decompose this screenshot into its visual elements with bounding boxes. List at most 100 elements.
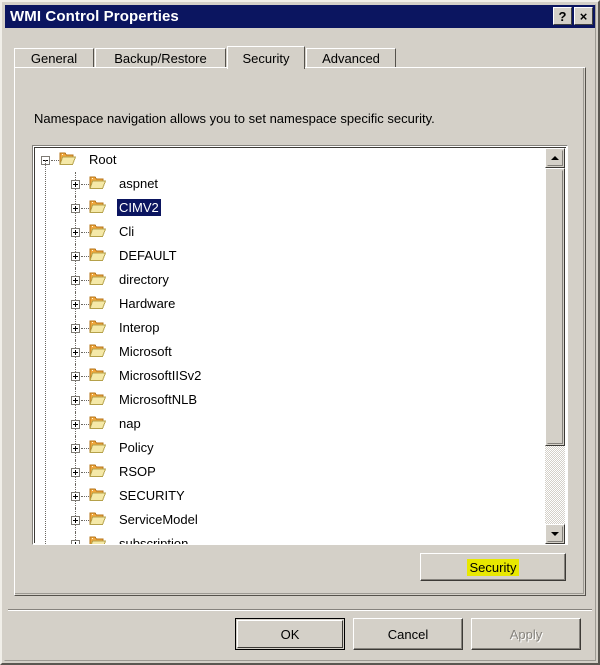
tree-node-label[interactable]: SECURITY (117, 487, 187, 504)
namespace-tree-view[interactable]: Root aspnet CIMV2 Cli DEFAULT directory Hardwa… (32, 145, 568, 545)
folder-icon (89, 415, 107, 431)
tree-connector-line (81, 448, 89, 450)
tree-node-label[interactable]: Hardware (117, 295, 177, 312)
wmi-control-properties-dialog: WMI Control Properties ? × General Backu… (0, 0, 600, 665)
folder-icon (59, 151, 77, 167)
tree-node[interactable]: Root (35, 148, 545, 172)
tree-node[interactable]: directory (35, 268, 545, 292)
folder-icon (89, 319, 107, 335)
tree-expand-plus-icon[interactable] (71, 276, 80, 285)
tree-node-label[interactable]: Cli (117, 223, 136, 240)
title-bar-buttons: ? × (553, 7, 593, 25)
tree-node-label[interactable]: subscription (117, 535, 190, 544)
tree-connector-line (81, 328, 89, 330)
tree-expand-plus-icon[interactable] (71, 180, 80, 189)
tree-node-label[interactable]: Policy (117, 439, 156, 456)
tree-node-label[interactable]: DEFAULT (117, 247, 179, 264)
tree-expand-plus-icon[interactable] (71, 204, 80, 213)
tree-node-label[interactable]: MicrosoftIISv2 (117, 367, 203, 384)
tree-node[interactable]: Policy (35, 436, 545, 460)
ok-button-label: OK (280, 626, 300, 642)
tree-node-label[interactable]: CIMV2 (117, 199, 161, 216)
tree-node[interactable]: Hardware (35, 292, 545, 316)
tree-connector-line (51, 160, 59, 162)
tree-node[interactable]: Interop (35, 316, 545, 340)
tree-expand-plus-icon[interactable] (71, 252, 80, 261)
tree-node[interactable]: Cli (35, 220, 545, 244)
tree-node[interactable]: subscription (35, 532, 545, 544)
tree-node[interactable]: CIMV2 (35, 196, 545, 220)
tree-expand-plus-icon[interactable] (71, 300, 80, 309)
tree-expand-plus-icon[interactable] (71, 324, 80, 333)
tree-node-label[interactable]: aspnet (117, 175, 160, 192)
scroll-thumb[interactable] (545, 168, 565, 446)
tree-node[interactable]: aspnet (35, 172, 545, 196)
tab-security[interactable]: Security (227, 46, 305, 69)
tree-connector-line (81, 280, 89, 282)
tree-node[interactable]: SECURITY (35, 484, 545, 508)
tree-node[interactable]: RSOP (35, 460, 545, 484)
tree-node-label[interactable]: directory (117, 271, 171, 288)
tree-expand-plus-icon[interactable] (71, 468, 80, 477)
tree-node[interactable]: nap (35, 412, 545, 436)
tab-advanced[interactable]: Advanced (306, 48, 396, 68)
scroll-track[interactable] (545, 168, 565, 524)
tree-expand-plus-icon[interactable] (71, 348, 80, 357)
tree-node[interactable]: DEFAULT (35, 244, 545, 268)
tree-vertical-scrollbar[interactable] (545, 148, 565, 544)
tab-strip: General Backup/Restore Security Advanced (14, 46, 586, 69)
ok-button[interactable]: OK (235, 618, 345, 650)
tree-node-label[interactable]: ServiceModel (117, 511, 200, 528)
tree-root-connector-line (45, 160, 47, 544)
close-icon[interactable]: × (574, 7, 593, 25)
folder-icon (89, 391, 107, 407)
cancel-button[interactable]: Cancel (353, 618, 463, 650)
tree-connector-line (81, 520, 89, 522)
tree-connector-line (81, 256, 89, 258)
folder-icon (89, 271, 107, 287)
tree-node-label[interactable]: Root (87, 151, 118, 168)
scroll-up-arrow-icon (551, 156, 559, 160)
window-title: WMI Control Properties (10, 8, 179, 25)
tree-node-label[interactable]: Interop (117, 319, 161, 336)
tree-node-label[interactable]: RSOP (117, 463, 158, 480)
tree-expand-plus-icon[interactable] (71, 396, 80, 405)
tree-node-label[interactable]: nap (117, 415, 143, 432)
tree-node[interactable]: ServiceModel (35, 508, 545, 532)
tab-backup-restore[interactable]: Backup/Restore (95, 48, 226, 68)
folder-icon (89, 535, 107, 544)
tree-expand-plus-icon[interactable] (71, 516, 80, 525)
tree-expand-plus-icon[interactable] (71, 444, 80, 453)
tree-node[interactable]: MicrosoftIISv2 (35, 364, 545, 388)
scroll-down-button[interactable] (545, 524, 565, 544)
scroll-up-button[interactable] (545, 148, 565, 168)
tree-expand-plus-icon[interactable] (71, 492, 80, 501)
tree-connector-line (81, 304, 89, 306)
tree-node-label[interactable]: Microsoft (117, 343, 174, 360)
tree-connector-line (81, 352, 89, 354)
tree-node[interactable]: Microsoft (35, 340, 545, 364)
tree-connector-line (81, 400, 89, 402)
footer-separator (8, 609, 592, 611)
tree-connector-line (81, 472, 89, 474)
tree-expand-plus-icon[interactable] (71, 420, 80, 429)
tree-connector-line (81, 208, 89, 210)
tree-node[interactable]: MicrosoftNLB (35, 388, 545, 412)
tree-expand-plus-icon[interactable] (71, 540, 80, 544)
apply-button: Apply (471, 618, 581, 650)
cancel-button-label: Cancel (387, 626, 429, 642)
folder-icon (89, 463, 107, 479)
security-button[interactable]: Security (420, 553, 566, 581)
tree-expand-plus-icon[interactable] (71, 372, 80, 381)
folder-icon (89, 487, 107, 503)
scroll-down-arrow-icon (551, 532, 559, 536)
tab-general[interactable]: General (14, 48, 94, 68)
help-icon[interactable]: ? (553, 7, 572, 25)
tree-connector-line (81, 424, 89, 426)
tree-expand-plus-icon[interactable] (71, 228, 80, 237)
folder-icon (89, 247, 107, 263)
tree-node-label[interactable]: MicrosoftNLB (117, 391, 199, 408)
folder-icon (89, 439, 107, 455)
folder-icon (89, 511, 107, 527)
folder-icon (89, 343, 107, 359)
